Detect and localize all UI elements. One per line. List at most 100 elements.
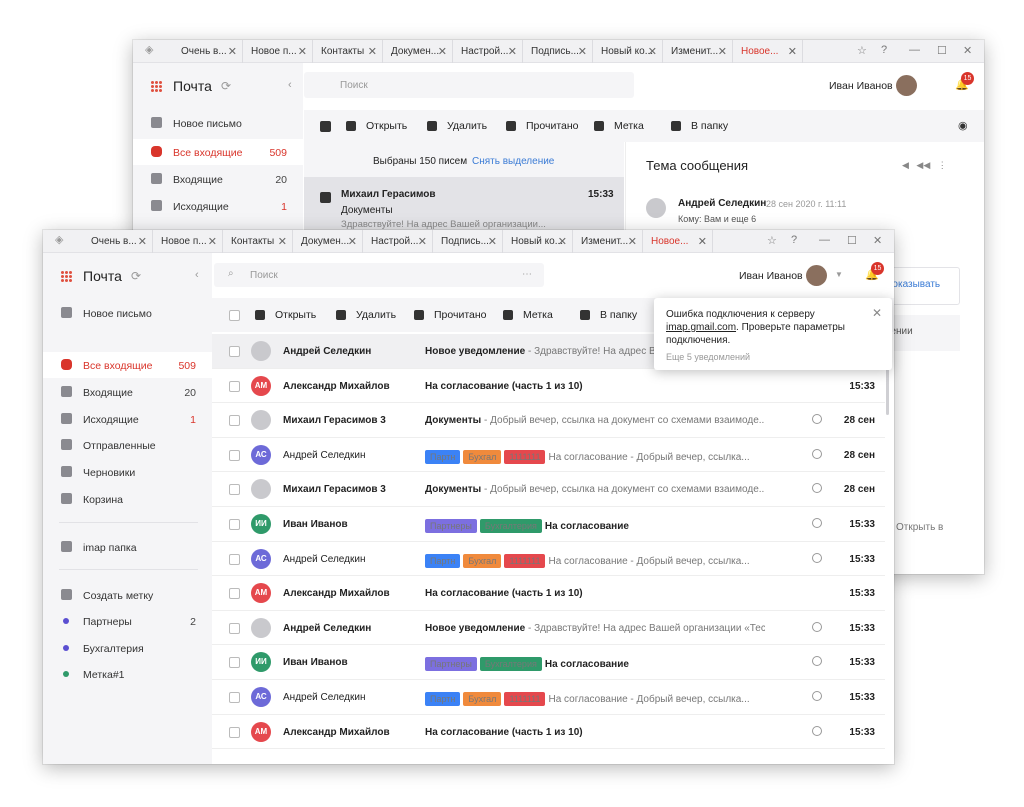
- row-checkbox[interactable]: [229, 380, 240, 392]
- close-tab-icon[interactable]: ✕: [438, 45, 447, 58]
- tab[interactable]: Настрой... ✕: [363, 230, 433, 253]
- sidebar-item-drafts[interactable]: Черновики: [43, 459, 212, 485]
- close-tab-icon[interactable]: ✕: [508, 45, 517, 58]
- help-icon[interactable]: ?: [881, 44, 887, 56]
- chevron-down-icon[interactable]: ▼: [835, 270, 843, 279]
- help-icon[interactable]: ?: [791, 234, 797, 246]
- more-notifications-link[interactable]: Еще 5 уведомлений: [666, 352, 880, 362]
- sidebar-item-outbox[interactable]: Исходящие 1: [43, 406, 212, 432]
- delete-button[interactable]: Удалить: [336, 298, 396, 332]
- sidebar-item-all-inbox[interactable]: Все входящие 509: [133, 139, 303, 165]
- email-row[interactable]: АС Андрей Селедкин Партн Бухгал 1111111 На со…: [212, 437, 885, 473]
- open-in-link[interactable]: Открыть в: [896, 522, 943, 533]
- sidebar-item-inbox[interactable]: Входящие 20: [133, 166, 303, 192]
- back-open-button[interactable]: Открыть: [346, 110, 407, 142]
- close-tab-icon[interactable]: ✕: [208, 235, 217, 248]
- tab[interactable]: Контакты ✕: [313, 40, 383, 63]
- select-all-checkbox[interactable]: [229, 310, 240, 321]
- back-label-button[interactable]: Метка: [594, 110, 644, 142]
- sidebar-label-metka1[interactable]: Метка#1: [43, 661, 212, 687]
- back-read-button[interactable]: Прочитано: [506, 110, 579, 142]
- sidebar-label-accounting[interactable]: Бухгалтерия: [43, 635, 212, 661]
- close-tab-icon[interactable]: ✕: [648, 45, 657, 58]
- eye-icon[interactable]: ◉: [958, 119, 968, 132]
- close-icon[interactable]: ✕: [872, 306, 882, 320]
- row-checkbox[interactable]: [229, 449, 240, 461]
- label-button[interactable]: Метка: [503, 298, 553, 332]
- back-delete-button[interactable]: Удалить: [427, 110, 487, 142]
- filter-icon[interactable]: ⋯: [522, 269, 532, 280]
- tab[interactable]: Новый ко... ✕: [593, 40, 663, 63]
- close-tab-icon[interactable]: ✕: [138, 235, 147, 248]
- minimize-icon[interactable]: —: [819, 234, 830, 246]
- email-row[interactable]: АС Андрей Селедкин Партн Бухгал 1111111 На со…: [212, 541, 885, 577]
- sidebar-item-trash[interactable]: Корзина: [43, 486, 212, 512]
- user-avatar[interactable]: [806, 265, 827, 286]
- email-row[interactable]: Михаил Герасимов 3 Документы - Добрый веч…: [212, 403, 885, 438]
- star-icon[interactable]: ☆: [857, 44, 867, 57]
- tab[interactable]: Докумен... ✕: [293, 230, 363, 253]
- row-checkbox[interactable]: [229, 415, 240, 427]
- close-tab-icon[interactable]: ✕: [628, 235, 637, 248]
- tab[interactable]: Контакты ✕: [223, 230, 293, 253]
- tab[interactable]: Докумен... ✕: [383, 40, 453, 63]
- tab[interactable]: Новое... ✕: [733, 40, 803, 63]
- sidebar-item-imap[interactable]: imap папка: [43, 534, 212, 560]
- tab[interactable]: Изменит... ✕: [573, 230, 643, 253]
- server-link[interactable]: imap.gmail.com: [666, 322, 736, 333]
- back-folder-button[interactable]: В папку: [671, 110, 728, 142]
- tab[interactable]: Подпись... ✕: [433, 230, 503, 253]
- open-button[interactable]: Открыть: [255, 298, 316, 332]
- tab[interactable]: Изменит... ✕: [663, 40, 733, 63]
- compose-button[interactable]: Новое письмо: [133, 110, 303, 136]
- tab[interactable]: Новое п... ✕: [243, 40, 313, 63]
- deselect-link[interactable]: Снять выделение: [472, 156, 554, 167]
- email-row[interactable]: АМ Александр Михайлов На согласование (час…: [212, 368, 885, 404]
- close-tab-icon[interactable]: ✕: [348, 235, 357, 248]
- back-select-all-checkbox[interactable]: [320, 121, 331, 132]
- back-search-input[interactable]: Поиск: [304, 72, 634, 98]
- email-row[interactable]: АС Андрей Селедкин Партн Бухгал 1111111 На со…: [212, 680, 885, 715]
- sidebar-item-all-inbox[interactable]: Все входящие 509: [43, 352, 212, 378]
- row-checkbox[interactable]: [229, 484, 240, 496]
- close-tab-icon[interactable]: ✕: [278, 235, 287, 248]
- close-tab-icon[interactable]: ✕: [558, 235, 567, 248]
- tab[interactable]: Подпись... ✕: [523, 40, 593, 63]
- email-row[interactable]: Михаил Герасимов 3 Документы - Добрый веч…: [212, 472, 885, 507]
- back-user-avatar[interactable]: [896, 75, 917, 96]
- row-checkbox[interactable]: [229, 657, 240, 669]
- row-checkbox[interactable]: [229, 519, 240, 530]
- close-tab-icon[interactable]: ✕: [488, 235, 497, 248]
- sidebar-item-sent[interactable]: Отправленные: [43, 432, 212, 458]
- tab[interactable]: Настрой... ✕: [453, 40, 523, 63]
- email-row[interactable]: ИИ Иван Иванов Партнеры Бухгалтерия На согла…: [212, 507, 885, 542]
- move-folder-button[interactable]: В папку: [580, 298, 637, 332]
- row-checkbox[interactable]: [229, 726, 240, 738]
- app-grid-icon[interactable]: [61, 271, 72, 282]
- email-row[interactable]: АМ Александр Михайлов На согласование (час…: [212, 714, 885, 750]
- maximize-icon[interactable]: ☐: [937, 44, 947, 57]
- sidebar-item-inbox[interactable]: Входящие 20: [43, 379, 212, 405]
- email-row[interactable]: АМ Александр Михайлов На согласование (час…: [212, 576, 885, 611]
- close-tab-icon[interactable]: ✕: [228, 45, 237, 58]
- read-button[interactable]: Прочитано: [414, 298, 487, 332]
- sidebar-item-outbox[interactable]: Исходящие 1: [133, 193, 303, 219]
- tab[interactable]: Очень в... ✕: [83, 230, 153, 253]
- close-tab-icon[interactable]: ✕: [578, 45, 587, 58]
- close-window-icon[interactable]: ✕: [963, 44, 972, 57]
- star-icon[interactable]: ☆: [767, 234, 777, 247]
- back-message-checkbox[interactable]: [320, 192, 331, 203]
- close-window-icon[interactable]: ✕: [873, 234, 882, 247]
- create-label-button[interactable]: Создать метку: [43, 582, 212, 608]
- sidebar-label-partners[interactable]: Партнеры 2: [43, 608, 212, 634]
- collapse-icon[interactable]: ‹: [195, 269, 199, 281]
- tab[interactable]: Новое п... ✕: [153, 230, 223, 253]
- app-grid-icon[interactable]: [151, 81, 162, 92]
- close-tab-icon[interactable]: ✕: [298, 45, 307, 58]
- compose-button[interactable]: Новое письмо: [43, 300, 212, 326]
- row-checkbox[interactable]: [229, 622, 240, 634]
- back-selected-message[interactable]: Михаил Герасимов 15:33 Документы Здравст…: [304, 177, 624, 232]
- row-checkbox[interactable]: [229, 588, 240, 600]
- tab[interactable]: Новое... ✕: [643, 230, 713, 253]
- minimize-icon[interactable]: —: [909, 44, 920, 56]
